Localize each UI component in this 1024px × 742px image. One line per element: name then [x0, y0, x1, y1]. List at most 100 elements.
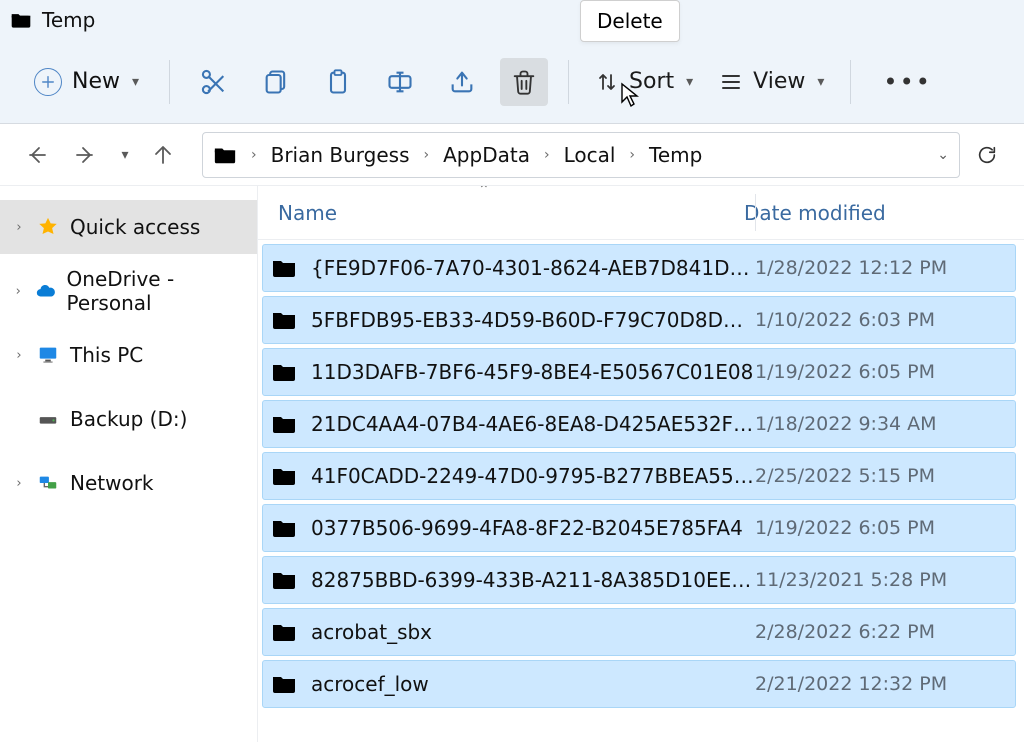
chevron-right-icon: › — [12, 348, 26, 363]
column-header-name[interactable]: Name — [278, 201, 744, 225]
rename-button[interactable] — [376, 58, 424, 106]
column-header-date[interactable]: Date modified — [744, 201, 1004, 225]
file-row[interactable]: 41F0CADD-2249-47D0-9795-B277BBEA55A52/25… — [262, 452, 1016, 500]
share-button[interactable] — [438, 58, 486, 106]
file-name: 11D3DAFB-7BF6-45F9-8BE4-E50567C01E08 — [311, 360, 755, 384]
arrow-left-icon — [25, 143, 49, 167]
view-list-icon — [719, 70, 743, 94]
monitor-icon — [36, 343, 60, 367]
chevron-down-icon: ▾ — [121, 147, 128, 163]
folder-icon — [271, 567, 297, 593]
file-date: 11/23/2021 5:28 PM — [755, 569, 1007, 591]
new-button-label: New — [72, 69, 120, 94]
breadcrumb-segment[interactable]: AppData — [439, 141, 534, 169]
up-button[interactable] — [142, 134, 184, 176]
cut-button[interactable] — [190, 58, 238, 106]
file-list[interactable]: {FE9D7F06-7A70-4301-8624-AEB7D841D7D5}1/… — [258, 240, 1024, 742]
file-row[interactable]: {FE9D7F06-7A70-4301-8624-AEB7D841D7D5}1/… — [262, 244, 1016, 292]
chevron-down-icon[interactable]: ⌄ — [937, 147, 949, 163]
chevron-right-icon[interactable]: › — [245, 147, 263, 163]
rename-icon — [386, 68, 414, 96]
file-date: 1/28/2022 12:12 PM — [755, 257, 1007, 279]
command-bar: New ▾ Sort ▾ View ▾ ••• — [0, 40, 1024, 124]
drive-icon — [36, 407, 60, 431]
file-date: 1/18/2022 9:34 AM — [755, 413, 1007, 435]
sidebar-item-label: This PC — [70, 343, 143, 367]
more-button[interactable]: ••• — [871, 62, 943, 102]
refresh-icon — [976, 144, 998, 166]
folder-icon — [271, 359, 297, 385]
back-button[interactable] — [16, 134, 58, 176]
file-date: 1/19/2022 6:05 PM — [755, 361, 1007, 383]
sidebar-item-label: Network — [70, 471, 154, 495]
breadcrumb-segment[interactable]: Local — [560, 141, 620, 169]
folder-icon — [271, 619, 297, 645]
chevron-right-icon[interactable]: › — [418, 147, 436, 163]
separator — [568, 60, 569, 104]
separator — [169, 60, 170, 104]
sort-button-label: Sort — [629, 69, 674, 94]
sort-button[interactable]: Sort ▾ — [589, 63, 699, 100]
address-bar[interactable]: › Brian Burgess › AppData › Local › Temp… — [202, 132, 960, 178]
plus-icon — [34, 68, 62, 96]
sidebar-item-quick-access[interactable]: › Quick access — [0, 200, 257, 254]
paste-button[interactable] — [314, 58, 362, 106]
file-date: 2/21/2022 12:32 PM — [755, 673, 1007, 695]
chevron-right-icon[interactable]: › — [538, 147, 556, 163]
column-header-name-label: Name — [278, 201, 337, 225]
file-row[interactable]: acrobat_sbx2/28/2022 6:22 PM — [262, 608, 1016, 656]
copy-button[interactable] — [252, 58, 300, 106]
file-row[interactable]: acrocef_low2/21/2022 12:32 PM — [262, 660, 1016, 708]
sort-icon — [595, 70, 619, 94]
file-name: {FE9D7F06-7A70-4301-8624-AEB7D841D7D5} — [311, 256, 755, 280]
column-header: ⌃ Name Date modified — [258, 186, 1024, 240]
star-icon — [36, 215, 60, 239]
column-header-date-label: Date modified — [744, 201, 886, 225]
breadcrumb-segment[interactable]: Temp — [645, 141, 706, 169]
file-row[interactable]: 5FBFDB95-EB33-4D59-B60D-F79C70D8D8FD1/10… — [262, 296, 1016, 344]
refresh-button[interactable] — [966, 134, 1008, 176]
sidebar-item-network[interactable]: › Network — [0, 456, 257, 510]
file-name: 82875BBD-6399-433B-A211-8A385D10EE7A — [311, 568, 755, 592]
view-button[interactable]: View ▾ — [713, 63, 830, 100]
file-name: acrobat_sbx — [311, 620, 755, 644]
delete-button[interactable] — [500, 58, 548, 106]
chevron-down-icon: ▾ — [686, 74, 693, 90]
chevron-down-icon: ▾ — [817, 74, 824, 90]
file-row[interactable]: 82875BBD-6399-433B-A211-8A385D10EE7A11/2… — [262, 556, 1016, 604]
sidebar-item-this-pc[interactable]: › This PC — [0, 328, 257, 382]
sidebar-item-backup-drive[interactable]: Backup (D:) — [0, 392, 257, 446]
navigation-row: ▾ › Brian Burgess › AppData › Local › Te… — [0, 124, 1024, 186]
file-date: 2/25/2022 5:15 PM — [755, 465, 1007, 487]
folder-icon — [271, 671, 297, 697]
copy-icon — [262, 68, 290, 96]
folder-icon — [213, 143, 237, 167]
breadcrumb-segment[interactable]: Brian Burgess — [267, 141, 414, 169]
clipboard-icon — [324, 68, 352, 96]
new-button[interactable]: New ▾ — [24, 62, 149, 102]
arrow-up-icon — [151, 143, 175, 167]
sidebar-item-label: Quick access — [70, 215, 200, 239]
chevron-right-icon: › — [12, 220, 26, 235]
forward-button[interactable] — [64, 134, 106, 176]
arrow-right-icon — [73, 143, 97, 167]
sidebar-item-label: Backup (D:) — [70, 407, 187, 431]
trash-icon — [510, 68, 538, 96]
cloud-icon — [35, 279, 57, 303]
file-name: 21DC4AA4-07B4-4AE6-8EA8-D425AE532F09 — [311, 412, 755, 436]
file-row[interactable]: 11D3DAFB-7BF6-45F9-8BE4-E50567C01E081/19… — [262, 348, 1016, 396]
file-row[interactable]: 21DC4AA4-07B4-4AE6-8EA8-D425AE532F091/18… — [262, 400, 1016, 448]
sidebar-item-onedrive[interactable]: › OneDrive - Personal — [0, 264, 257, 318]
file-name: 41F0CADD-2249-47D0-9795-B277BBEA55A5 — [311, 464, 755, 488]
file-name: 0377B506-9699-4FA8-8F22-B2045E785FA4 — [311, 516, 755, 540]
chevron-right-icon[interactable]: › — [623, 147, 641, 163]
folder-icon — [271, 411, 297, 437]
file-row[interactable]: 0377B506-9699-4FA8-8F22-B2045E785FA41/19… — [262, 504, 1016, 552]
title-bar: Temp — [0, 0, 1024, 40]
content-pane: ⌃ Name Date modified {FE9D7F06-7A70-4301… — [258, 186, 1024, 742]
column-separator[interactable] — [755, 194, 756, 231]
file-date: 2/28/2022 6:22 PM — [755, 621, 1007, 643]
recent-locations-button[interactable]: ▾ — [112, 134, 136, 176]
folder-icon — [271, 255, 297, 281]
file-name: 5FBFDB95-EB33-4D59-B60D-F79C70D8D8FD — [311, 308, 755, 332]
